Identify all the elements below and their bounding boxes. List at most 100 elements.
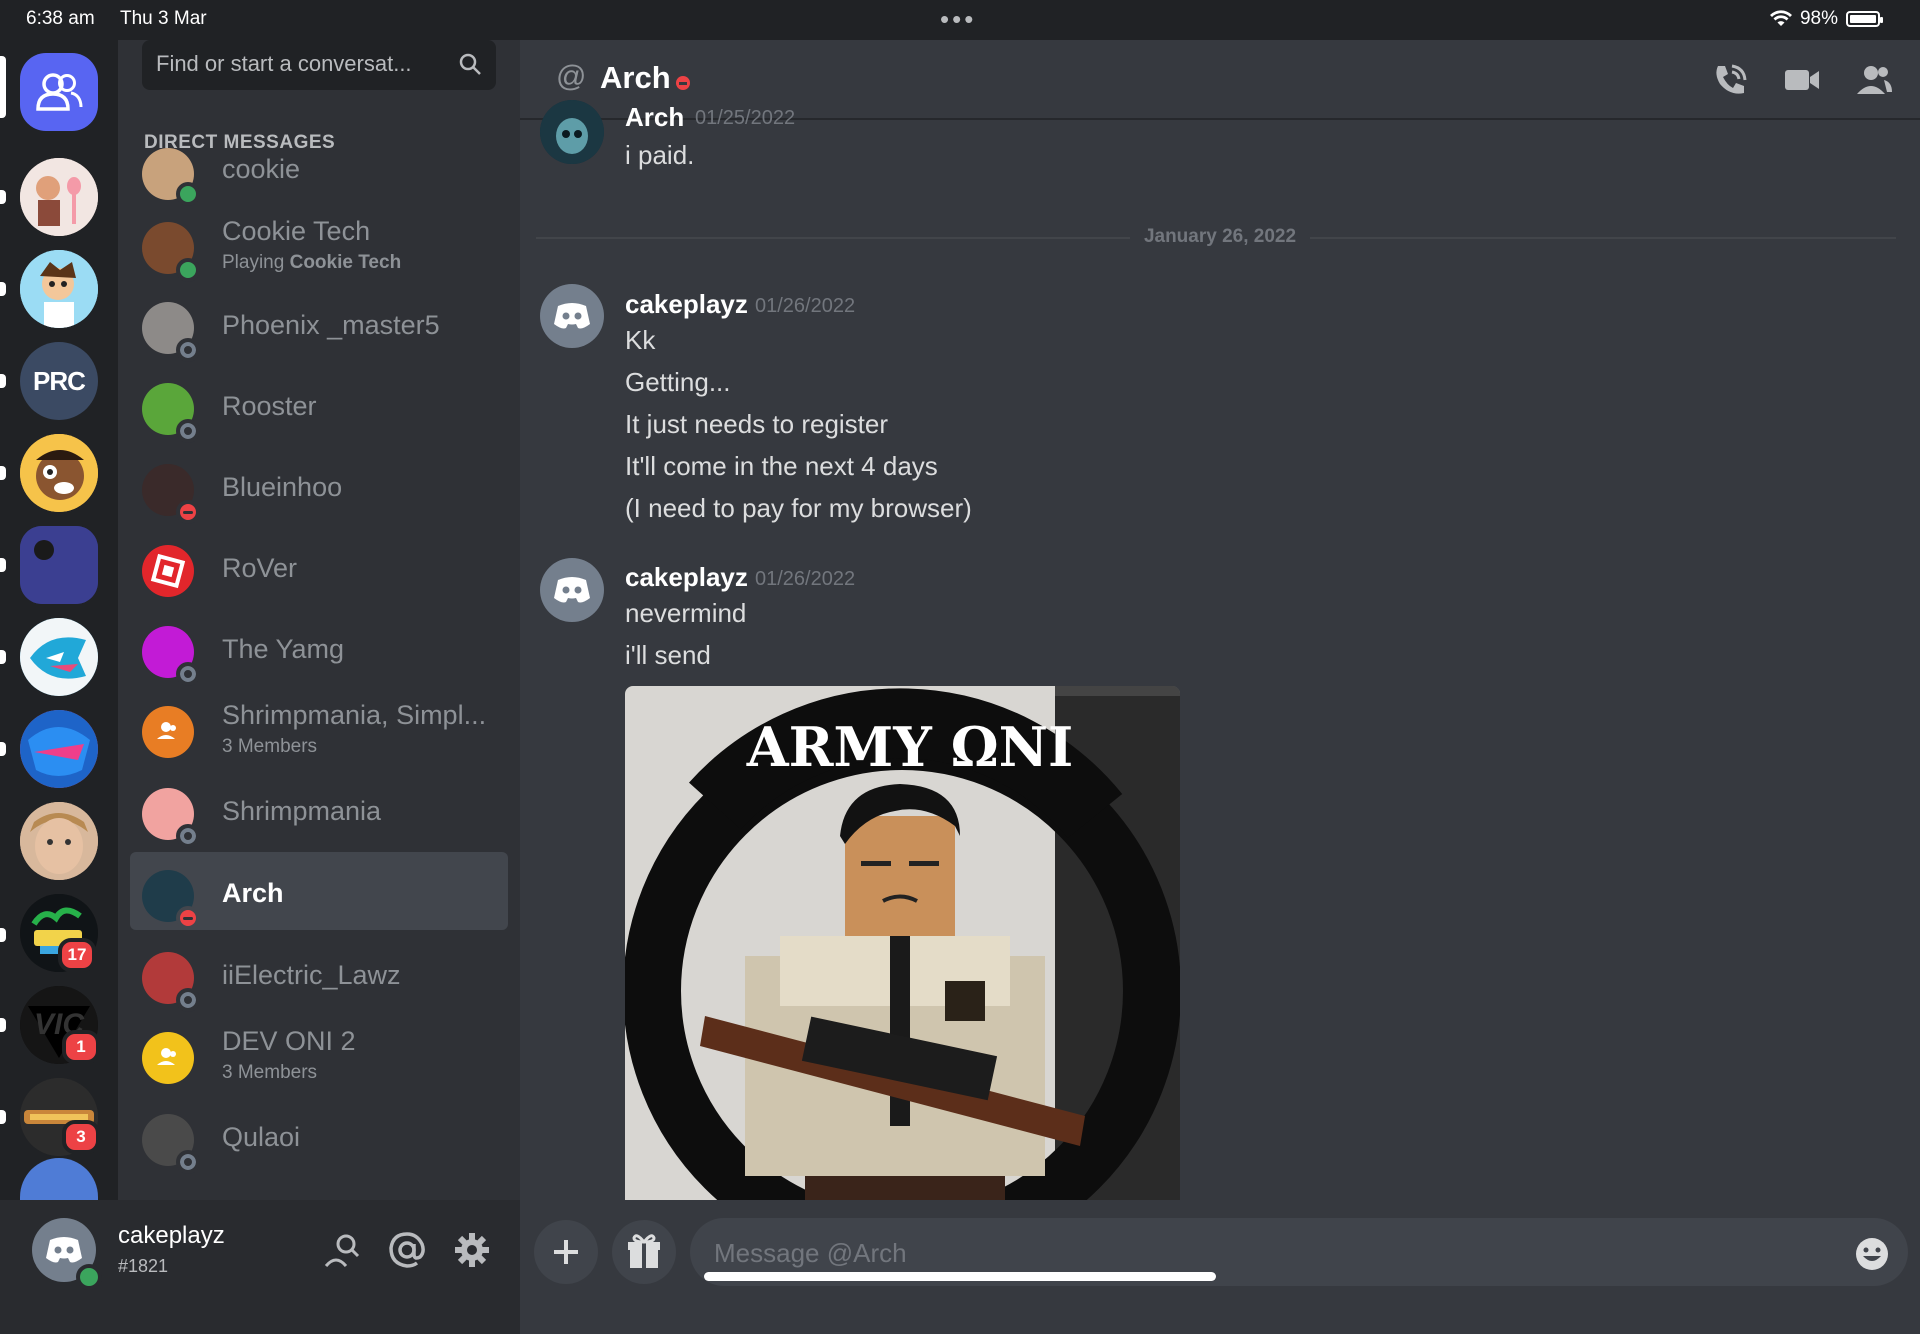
status-online-icon [176, 258, 200, 282]
dm-item-arch[interactable]: Arch [130, 852, 508, 930]
status-offline-icon [176, 338, 200, 362]
unread-indicator [0, 282, 6, 296]
wifi-icon [1769, 10, 1792, 26]
plus-icon [554, 1240, 578, 1264]
activity-prefix: Playing [222, 252, 290, 273]
discord-logo-icon [554, 577, 590, 603]
dm-name: Phoenix _master5 [222, 310, 440, 340]
group-icon [142, 1032, 194, 1084]
mention-badge: 17 [58, 938, 96, 972]
message-composer: Message @Arch [520, 1200, 1920, 1334]
gift-icon [628, 1234, 660, 1268]
server-icon-5 [20, 526, 98, 604]
server-avatar-5[interactable] [20, 526, 98, 604]
message-avatar[interactable] [540, 284, 604, 348]
mention-badge: 1 [62, 1030, 100, 1064]
server-icon-1 [20, 158, 98, 236]
dm-item-iielectric[interactable]: iiElectric_Lawz [130, 934, 508, 1012]
dm-name: Shrimpmania, Simpl... [222, 700, 487, 730]
friends-icon [20, 53, 98, 131]
message-timestamp: 01/26/2022 [755, 568, 856, 590]
member-list-icon[interactable] [1854, 60, 1894, 100]
conversation-search[interactable]: Find or start a conversat... [142, 40, 496, 90]
server-avatar-8[interactable] [20, 802, 98, 880]
image-attachment[interactable]: ARMY ΩNI [625, 686, 1180, 1240]
server-avatar-4[interactable] [20, 434, 98, 512]
dm-item-phoenix[interactable]: Phoenix _master5 [130, 284, 508, 362]
status-right: 98% [1769, 8, 1883, 30]
message-text: It'll come in the next 4 days [625, 451, 938, 481]
server-icon-4 [20, 434, 98, 512]
dm-name: Rooster [222, 391, 317, 421]
server-icon-7 [20, 710, 98, 788]
status-dnd-icon [176, 500, 200, 524]
server-avatar-2[interactable] [20, 250, 98, 328]
home-indicator[interactable] [704, 1272, 1216, 1281]
army-oni-image: ARMY ΩNI [625, 686, 1180, 1240]
server-avatar-6[interactable] [20, 618, 98, 696]
dm-item-qulaoi[interactable]: Qulaoi [130, 1096, 508, 1174]
find-user-icon[interactable] [322, 1230, 362, 1270]
status-offline-icon [176, 1150, 200, 1174]
message-avatar[interactable] [540, 558, 604, 622]
dm-activity: Playing Cookie Tech [222, 252, 401, 274]
search-placeholder: Find or start a conversat... [156, 51, 412, 76]
voice-call-icon[interactable] [1710, 60, 1750, 100]
dm-item-blueinhoo[interactable]: Blueinhoo [130, 446, 508, 524]
status-offline-icon [176, 824, 200, 848]
multitasking-dots-icon[interactable]: ••• [940, 4, 976, 35]
message-author[interactable]: Arch [625, 102, 684, 133]
status-offline-icon [176, 662, 200, 686]
server-prc-label: PRC [33, 365, 86, 396]
status-online-icon [76, 1264, 102, 1290]
rover-icon [142, 545, 194, 597]
server-avatar-1[interactable] [20, 158, 98, 236]
gift-button[interactable] [612, 1220, 676, 1284]
dm-item-shrimpmania[interactable]: Shrimpmania [130, 770, 508, 848]
chat-title: Arch [600, 60, 671, 95]
status-dnd-icon [676, 76, 690, 90]
dm-item-rooster[interactable]: Rooster [130, 365, 508, 443]
dm-item-dev-oni[interactable]: DEV ONI 2 3 Members [130, 1014, 508, 1092]
dm-item-cookie[interactable]: cookie [130, 144, 508, 206]
dm-item-rover[interactable]: RoVer [130, 527, 508, 605]
unread-indicator [0, 190, 6, 204]
battery-icon [1846, 11, 1883, 27]
dm-name: The Yamg [222, 634, 345, 664]
date-divider: January 26, 2022 [520, 226, 1920, 248]
server-prc[interactable]: PRC [20, 342, 98, 420]
message-text: Getting... [625, 367, 731, 397]
unread-indicator [0, 928, 6, 942]
dm-item-the-yamg[interactable]: The Yamg [130, 608, 508, 686]
status-offline-icon [176, 419, 200, 443]
unread-indicator [0, 742, 6, 756]
video-call-icon[interactable] [1782, 60, 1822, 100]
server-avatar-partial[interactable] [20, 1158, 98, 1200]
status-online-icon [176, 182, 200, 206]
dm-item-group-shrimpmania[interactable]: Shrimpmania, Simpl... 3 Members [130, 688, 508, 766]
unread-indicator [0, 374, 6, 388]
message-text: nevermind [625, 598, 747, 628]
settings-gear-icon[interactable] [452, 1230, 492, 1270]
server-home[interactable] [20, 53, 98, 131]
active-indicator [0, 56, 6, 118]
dm-name: Cookie Tech [222, 216, 371, 246]
current-username: cakeplayz [118, 1222, 225, 1249]
group-icon [142, 706, 194, 758]
emoji-icon[interactable] [1854, 1236, 1890, 1272]
server-icon-2 [20, 250, 98, 328]
message-text: It just needs to register [625, 409, 889, 439]
mentions-icon[interactable] [387, 1230, 427, 1270]
message-avatar[interactable] [540, 100, 604, 164]
status-time: 6:38 am [26, 8, 95, 29]
dm-name: cookie [222, 154, 301, 184]
server-rail: PRC 17 VIC 1 3 [0, 40, 118, 1200]
server-avatar-7[interactable] [20, 710, 98, 788]
message-author[interactable]: cakeplayz [625, 289, 748, 320]
dm-item-cookie-tech[interactable]: Cookie Tech Playing Cookie Tech [130, 204, 508, 282]
unread-indicator [0, 650, 6, 664]
add-attachment-button[interactable] [534, 1220, 598, 1284]
message-text: (I need to pay for my browser) [625, 493, 972, 523]
message-timestamp: 01/25/2022 [695, 107, 796, 129]
message-author[interactable]: cakeplayz [625, 562, 748, 593]
